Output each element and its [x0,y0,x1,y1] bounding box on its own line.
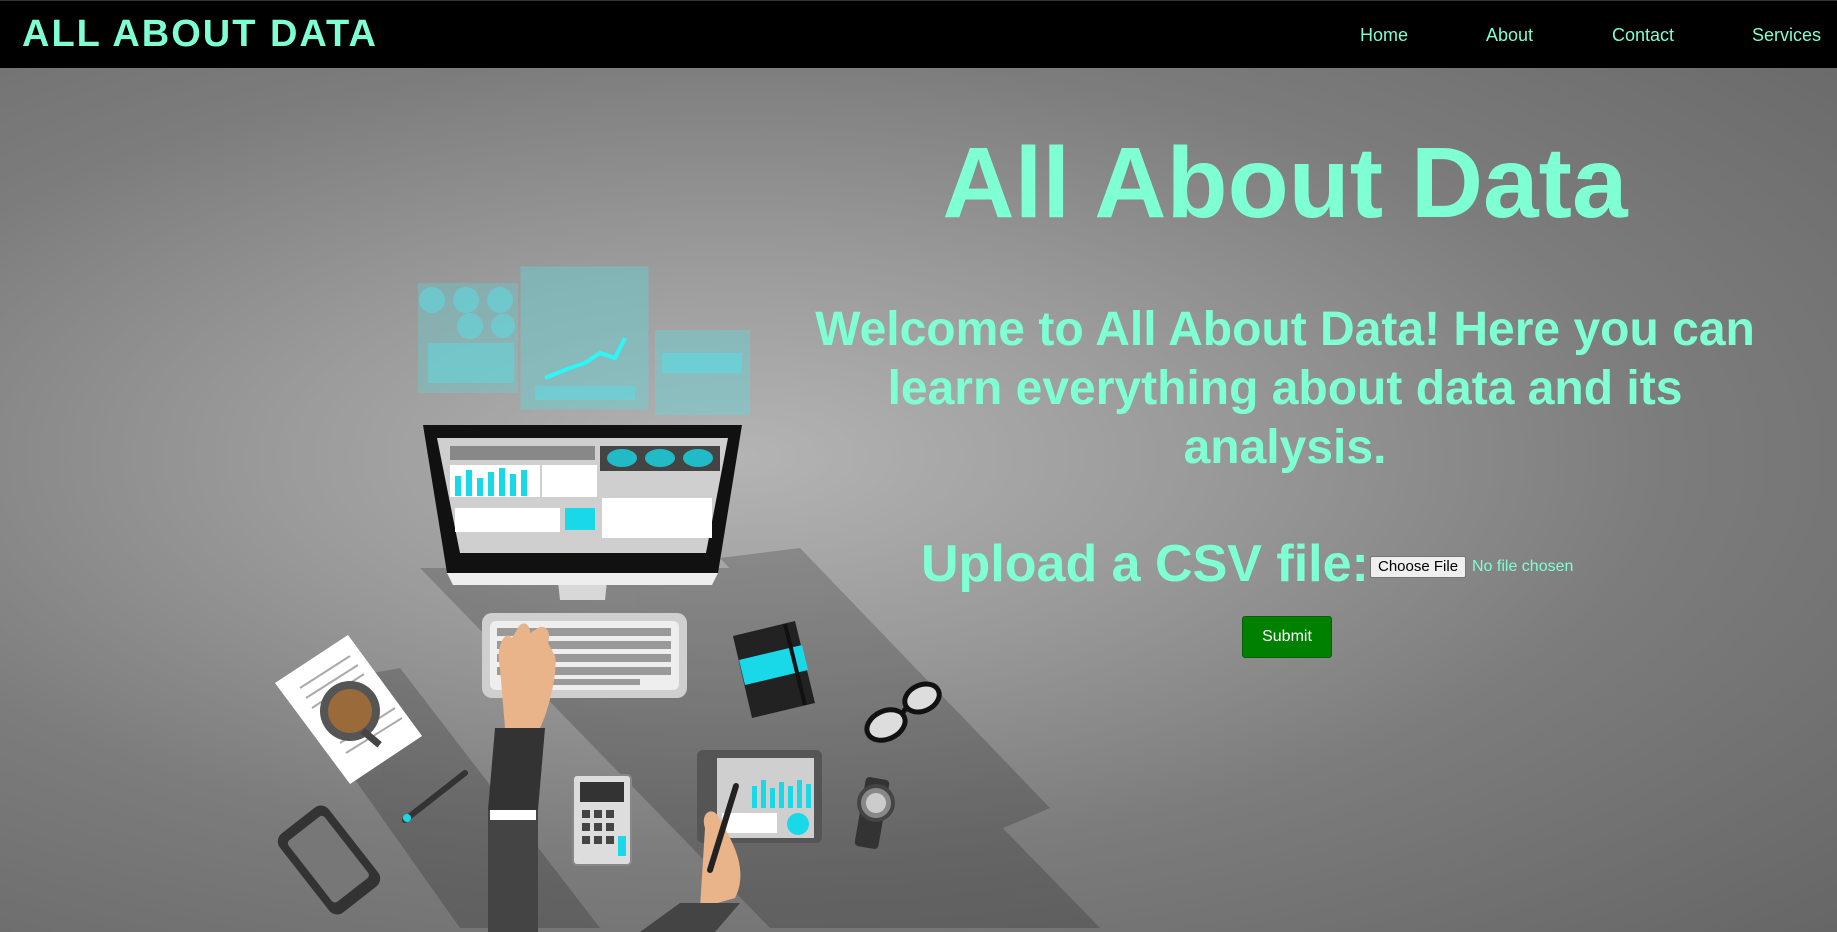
nav-link-services[interactable]: Services [1752,25,1821,46]
hero-section: All About Data Welcome to All About Data… [0,68,1837,932]
welcome-text: Welcome to All About Data! Here you can … [815,303,1755,474]
nav-link-about[interactable]: About [1486,25,1533,46]
page-title: All About Data [942,127,1628,239]
submit-button[interactable]: Submit [1242,616,1332,658]
choose-file-button[interactable]: Choose File [1370,556,1467,578]
navbar: ALL ABOUT DATA Home About Contact Servic… [0,0,1837,68]
calculator-icon [572,774,632,866]
hologram-screens-icon [418,266,750,415]
phone-icon [277,805,381,915]
upload-label: Upload a CSV file: [921,535,1369,593]
brand-logo[interactable]: ALL ABOUT DATA [22,13,378,56]
nav-link-contact[interactable]: Contact [1612,25,1674,46]
nav-link-home[interactable]: Home [1360,25,1408,46]
file-status-text: No file chosen [1472,558,1574,575]
upload-form: Upload a CSV file: Choose File No file c… [0,534,1837,594]
